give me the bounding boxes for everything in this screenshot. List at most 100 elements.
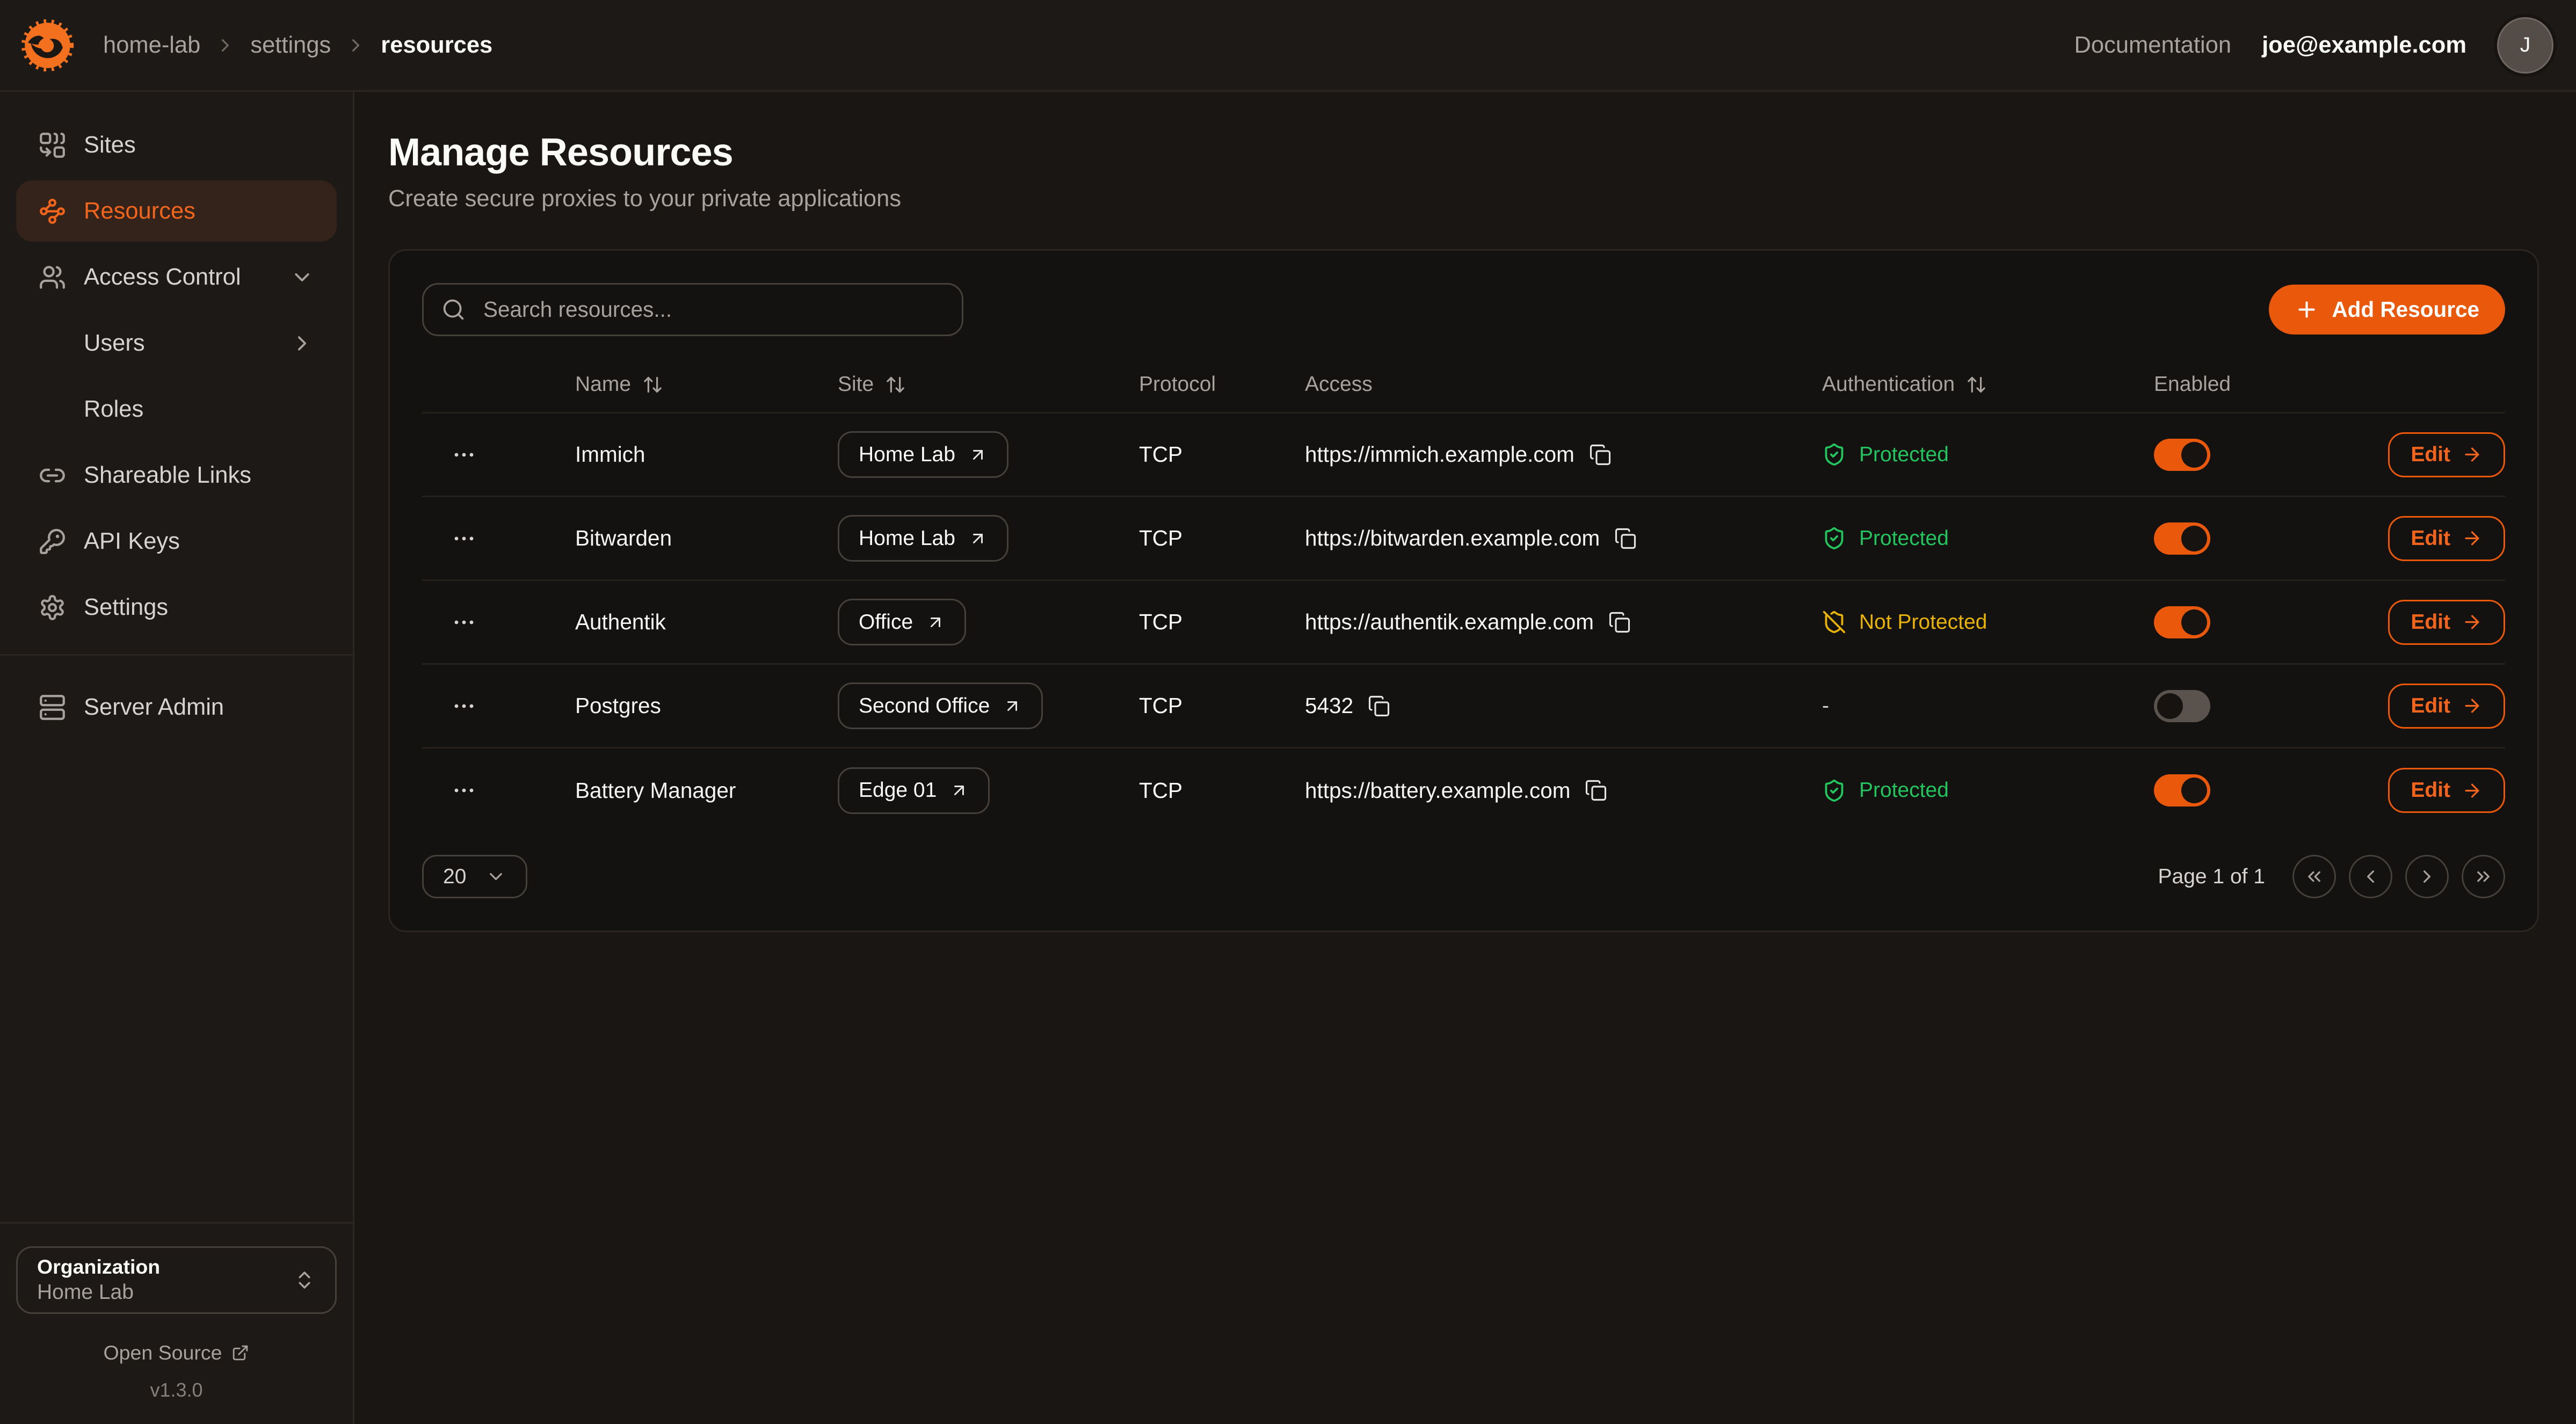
sidebar-item-settings[interactable]: Settings bbox=[16, 577, 337, 638]
page-size-select[interactable]: 20 bbox=[422, 855, 527, 898]
copy-button[interactable] bbox=[1614, 527, 1637, 550]
enabled-toggle[interactable] bbox=[2154, 606, 2210, 638]
resource-access: https://battery.example.com bbox=[1305, 778, 1822, 803]
site-link[interactable]: Home Lab bbox=[838, 515, 1008, 562]
copy-button[interactable] bbox=[1585, 779, 1607, 802]
table-row: Bitwarden Home Lab TCP https://bitwarden… bbox=[422, 497, 2505, 581]
resources-table: Name Site Protocol Access Authenticati bbox=[422, 357, 2505, 832]
pangolin-logo[interactable] bbox=[19, 17, 76, 74]
ellipsis-icon bbox=[451, 609, 477, 635]
sort-icon bbox=[1966, 374, 1987, 395]
copy-icon bbox=[1614, 527, 1637, 550]
row-menu-button[interactable] bbox=[448, 606, 480, 638]
sidebar-item-sites[interactable]: Sites bbox=[16, 114, 337, 176]
documentation-link[interactable]: Documentation bbox=[2074, 32, 2232, 59]
chevron-right-icon bbox=[345, 35, 366, 56]
site-link[interactable]: Home Lab bbox=[838, 431, 1008, 478]
edit-button[interactable]: Edit bbox=[2388, 516, 2505, 561]
auth-status: Protected bbox=[1822, 442, 2154, 467]
shield-check-icon bbox=[1822, 442, 1846, 467]
chevrons-right-icon bbox=[2473, 866, 2494, 887]
site-link[interactable]: Edge 01 bbox=[838, 767, 990, 814]
copy-button[interactable] bbox=[1368, 695, 1390, 717]
toggle-knob bbox=[2181, 609, 2207, 635]
resource-access: https://immich.example.com bbox=[1305, 442, 1822, 467]
sidebar-footer: Organization Home Lab Open Source v1.3.0 bbox=[0, 1222, 353, 1424]
organization-value: Home Lab bbox=[37, 1280, 160, 1306]
row-menu-button[interactable] bbox=[448, 774, 480, 807]
sidebar-item-api-keys[interactable]: API Keys bbox=[16, 511, 337, 572]
organization-selector[interactable]: Organization Home Lab bbox=[16, 1246, 337, 1314]
sidebar-item-resources[interactable]: Resources bbox=[16, 180, 337, 242]
open-source-link[interactable]: Open Source bbox=[16, 1341, 337, 1364]
copy-icon bbox=[1368, 695, 1390, 717]
sidebar-item-label: Roles bbox=[84, 396, 143, 423]
arrow-right-icon bbox=[2462, 612, 2483, 633]
header-site[interactable]: Site bbox=[838, 373, 1139, 396]
row-menu-button[interactable] bbox=[448, 439, 480, 471]
avatar[interactable]: J bbox=[2497, 17, 2553, 74]
sidebar-item-label: Server Admin bbox=[84, 694, 224, 721]
search-input[interactable] bbox=[480, 295, 944, 324]
copy-button[interactable] bbox=[1589, 444, 1612, 466]
copy-icon bbox=[1585, 779, 1607, 802]
ellipsis-icon bbox=[451, 526, 477, 551]
site-link[interactable]: Office bbox=[838, 599, 966, 645]
resource-name: Immich bbox=[575, 442, 838, 467]
site-link[interactable]: Second Office bbox=[838, 682, 1043, 729]
page-subtitle: Create secure proxies to your private ap… bbox=[388, 186, 2539, 212]
arrow-right-icon bbox=[2462, 780, 2483, 801]
key-icon bbox=[39, 528, 66, 555]
sidebar-item-shareable-links[interactable]: Shareable Links bbox=[16, 445, 337, 506]
arrow-right-icon bbox=[2462, 444, 2483, 465]
resource-protocol: TCP bbox=[1139, 609, 1305, 635]
enabled-toggle[interactable] bbox=[2154, 522, 2210, 555]
arrow-up-right-icon bbox=[968, 445, 988, 464]
add-resource-button[interactable]: Add Resource bbox=[2269, 285, 2505, 335]
sidebar-item-access-control[interactable]: Access Control bbox=[16, 246, 337, 308]
enabled-toggle[interactable] bbox=[2154, 439, 2210, 471]
next-page-button[interactable] bbox=[2405, 855, 2449, 898]
header-name[interactable]: Name bbox=[575, 373, 838, 396]
sidebar-item-label: Settings bbox=[84, 594, 168, 621]
sidebar-item-roles[interactable]: Roles bbox=[16, 379, 337, 440]
user-email: joe@example.com bbox=[2262, 32, 2466, 59]
edit-button[interactable]: Edit bbox=[2388, 768, 2505, 813]
sidebar-item-label: Shareable Links bbox=[84, 462, 251, 489]
access-url: https://battery.example.com bbox=[1305, 778, 1570, 803]
toggle-knob bbox=[2157, 693, 2183, 719]
last-page-button[interactable] bbox=[2462, 855, 2505, 898]
first-page-button[interactable] bbox=[2292, 855, 2336, 898]
row-menu-button[interactable] bbox=[448, 522, 480, 555]
access-url: https://immich.example.com bbox=[1305, 442, 1574, 467]
sidebar-item-label: API Keys bbox=[84, 528, 180, 555]
resource-name: Bitwarden bbox=[575, 526, 838, 551]
resource-access: 5432 bbox=[1305, 693, 1822, 718]
sidebar-item-server-admin[interactable]: Server Admin bbox=[16, 677, 337, 738]
edit-button[interactable]: Edit bbox=[2388, 684, 2505, 729]
enabled-toggle[interactable] bbox=[2154, 774, 2210, 807]
enabled-toggle[interactable] bbox=[2154, 690, 2210, 722]
header-authentication[interactable]: Authentication bbox=[1822, 373, 2154, 396]
row-menu-button[interactable] bbox=[448, 690, 480, 722]
header-access: Access bbox=[1305, 373, 1822, 396]
chevron-right-icon bbox=[215, 35, 236, 56]
breadcrumb-org[interactable]: home-lab bbox=[103, 32, 200, 59]
copy-button[interactable] bbox=[1608, 611, 1631, 634]
resource-name: Authentik bbox=[575, 609, 838, 635]
resources-toolbar: Add Resource bbox=[422, 283, 2505, 336]
prev-page-button[interactable] bbox=[2349, 855, 2392, 898]
edit-button[interactable]: Edit bbox=[2388, 432, 2505, 477]
topbar: home-lab settings resources Documentatio… bbox=[0, 0, 2576, 92]
breadcrumb-settings[interactable]: settings bbox=[250, 32, 331, 59]
sidebar-item-users[interactable]: Users bbox=[16, 313, 337, 374]
edit-button[interactable]: Edit bbox=[2388, 600, 2505, 645]
app-version: v1.3.0 bbox=[16, 1379, 337, 1401]
resource-protocol: TCP bbox=[1139, 778, 1305, 803]
arrow-up-right-icon bbox=[949, 781, 969, 800]
sidebar-item-label: Access Control bbox=[84, 264, 241, 290]
sort-icon bbox=[885, 374, 906, 395]
chevron-down-icon bbox=[485, 866, 506, 887]
resource-name: Battery Manager bbox=[575, 778, 838, 803]
search-icon bbox=[441, 297, 466, 322]
